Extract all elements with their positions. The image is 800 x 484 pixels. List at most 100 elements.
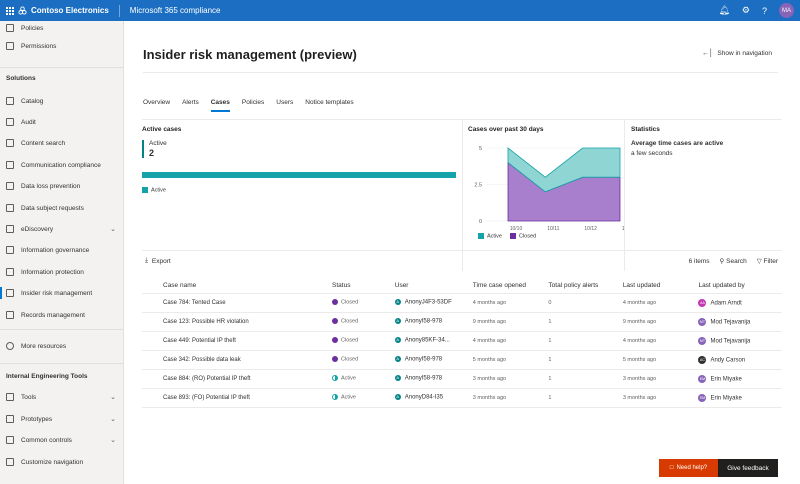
case-name[interactable]: Case 784: Tented Case	[163, 300, 226, 306]
table-row[interactable]: Case 893: (FO) Potential IP theft Active A…	[142, 388, 782, 408]
column-header-user[interactable]: User	[373, 279, 452, 294]
tab-alerts[interactable]: Alerts	[182, 99, 199, 112]
gear-icon[interactable]: ⚙	[742, 5, 750, 16]
status-cell: Closed	[311, 312, 374, 332]
case-name-cell[interactable]: Case 449: Potential IP theft	[142, 331, 312, 351]
case-name[interactable]: Case 342: Possible data leak	[163, 357, 241, 363]
user-cell: A AnonyD84-I35	[373, 388, 452, 408]
show-in-navigation-button[interactable]: ←│ Show in navigation	[702, 50, 772, 57]
legend-item-active[interactable]: Active	[142, 187, 166, 193]
nav-item-information-governance[interactable]: Information governance	[0, 241, 124, 259]
nav-item-information-protection[interactable]: Information protection	[0, 263, 124, 281]
column-header-last-updated[interactable]: Last updated	[601, 279, 678, 294]
person-name: Mod Tejavanija	[710, 338, 751, 345]
case-name[interactable]: Case 884: (RO) Potential IP theft	[163, 376, 251, 382]
nav-item-communication-compliance[interactable]: Communication compliance	[0, 156, 124, 174]
chevron-down-icon[interactable]: ⌄	[110, 225, 116, 233]
nav-item-policies[interactable]: Policies	[0, 19, 124, 37]
tab-policies[interactable]: Policies	[242, 99, 264, 112]
table-row[interactable]: Case 449: Potential IP theft Closed A Anony…	[142, 331, 782, 351]
divider	[142, 250, 782, 251]
nav-label: Information governance	[21, 246, 90, 254]
table-row[interactable]: Case 342: Possible data leak Closed A Anony…	[142, 350, 782, 370]
nav-item-more-resources[interactable]: More resources	[0, 337, 124, 355]
tab-notice-templates[interactable]: Notice templates	[305, 99, 353, 112]
divider	[462, 119, 463, 271]
statistics-value: a few seconds	[631, 150, 673, 157]
nav-label: Information protection	[21, 268, 84, 276]
legend-item-closed[interactable]: Closed	[509, 233, 536, 239]
chevron-down-icon[interactable]: ⌄	[110, 393, 116, 401]
tab-users[interactable]: Users	[276, 99, 293, 112]
active-cases-legend: Active	[142, 187, 166, 193]
nav-item-common-controls[interactable]: Common controls ⌄	[0, 431, 124, 449]
active-status-icon	[332, 394, 339, 401]
search-icon	[6, 139, 14, 147]
table-row[interactable]: Case 784: Tented Case Closed A AnonyJ4F3-53…	[142, 293, 782, 313]
active-cases-bar[interactable]	[142, 172, 456, 178]
alerts-cell: 1	[527, 388, 602, 408]
nav-item-content-search[interactable]: Content search	[0, 134, 124, 152]
tab-overview[interactable]: Overview	[143, 99, 170, 112]
bell-icon[interactable]: 🔔︎	[718, 5, 729, 16]
filter-button[interactable]: ▽ Filter	[757, 257, 778, 265]
status-text: Closed	[341, 356, 359, 363]
column-header-status[interactable]: Status	[311, 279, 374, 294]
case-name-cell[interactable]: Case 123: Possible HR violation	[142, 312, 312, 332]
nav-item-tools[interactable]: Tools ⌄	[0, 388, 124, 406]
app-name[interactable]: Microsoft 365 compliance	[130, 6, 221, 15]
waffle-icon[interactable]	[6, 6, 14, 15]
nav-item-insider-risk-management[interactable]: Insider risk management	[0, 284, 124, 302]
case-name-cell[interactable]: Case 784: Tented Case	[142, 293, 312, 313]
nav-item-customize-navigation[interactable]: Customize navigation	[0, 453, 124, 471]
updated-by-cell: AA Adam Arndt	[677, 293, 782, 313]
nav-item-data-subject-requests[interactable]: Data subject requests	[0, 199, 124, 217]
search-button[interactable]: ⚲ Search	[720, 257, 747, 265]
nav-item-audit[interactable]: Audit	[0, 113, 124, 131]
search-label: Search	[726, 258, 747, 265]
column-header-time-case-opened[interactable]: Time case opened	[451, 279, 528, 294]
nav-item-catalog[interactable]: Catalog	[0, 92, 124, 110]
nav-item-permissions[interactable]: Permissions	[0, 37, 124, 55]
contoso-logo-icon	[18, 6, 27, 15]
case-name[interactable]: Case 123: Possible HR violation	[163, 319, 249, 325]
active-label: Active	[149, 140, 167, 147]
legend-item-active[interactable]: Active	[478, 233, 502, 239]
column-header-total-policy-alerts[interactable]: Total policy alerts	[527, 279, 602, 294]
updated-by-cell: AC Andy Carson	[677, 350, 782, 370]
divider	[143, 72, 778, 73]
case-name[interactable]: Case 893: (FO) Potential IP theft	[163, 395, 250, 401]
column-header-case-name[interactable]: Case name	[142, 279, 312, 294]
export-button[interactable]: ⤓ Export	[145, 257, 171, 265]
nav-item-data-loss-prevention[interactable]: Data loss prevention	[0, 177, 124, 195]
tab-cases[interactable]: Cases	[210, 99, 230, 112]
nav-item-ediscovery[interactable]: eDiscovery ⌄	[0, 220, 124, 238]
alerts-cell: 1	[527, 369, 602, 389]
nav-item-prototypes[interactable]: Prototypes ⌄	[0, 410, 124, 428]
closed-status-icon	[332, 299, 339, 306]
give-feedback-button[interactable]: Give feedback	[718, 459, 778, 477]
user-cell: A AnonyJ4F3-53DF	[373, 293, 452, 313]
chevron-down-icon[interactable]: ⌄	[110, 415, 116, 423]
updated-by-cell: MT Mod Tejavanija	[677, 331, 782, 351]
nav-item-records-management[interactable]: Records management	[0, 306, 124, 324]
closed-status-icon	[332, 356, 339, 363]
status-text: Active	[341, 394, 356, 401]
case-name-cell[interactable]: Case 342: Possible data leak	[142, 350, 312, 370]
case-name[interactable]: Case 449: Potential IP theft	[163, 338, 236, 344]
need-help-button[interactable]: □ Need help?	[659, 459, 718, 477]
chevron-down-icon[interactable]: ⌄	[110, 436, 116, 444]
divider	[0, 329, 124, 330]
case-name-cell[interactable]: Case 893: (FO) Potential IP theft	[142, 388, 312, 408]
help-icon[interactable]: ?	[762, 6, 767, 16]
nav-label: Records management	[21, 311, 85, 319]
search-icon: ⚲	[719, 258, 725, 265]
user-avatar[interactable]: MA	[779, 3, 794, 18]
person-avatar: MT	[698, 336, 707, 345]
cases-area-chart[interactable]: 52.5010/1010/1110/1210/13	[468, 143, 624, 233]
case-name-cell[interactable]: Case 884: (RO) Potential IP theft	[142, 369, 312, 389]
table-row[interactable]: Case 123: Possible HR violation Closed A An…	[142, 312, 782, 332]
table-row[interactable]: Case 884: (RO) Potential IP theft Active A…	[142, 369, 782, 389]
column-header-last-updated-by[interactable]: Last updated by	[677, 279, 782, 294]
brand[interactable]: Contoso Electronics	[18, 4, 120, 17]
